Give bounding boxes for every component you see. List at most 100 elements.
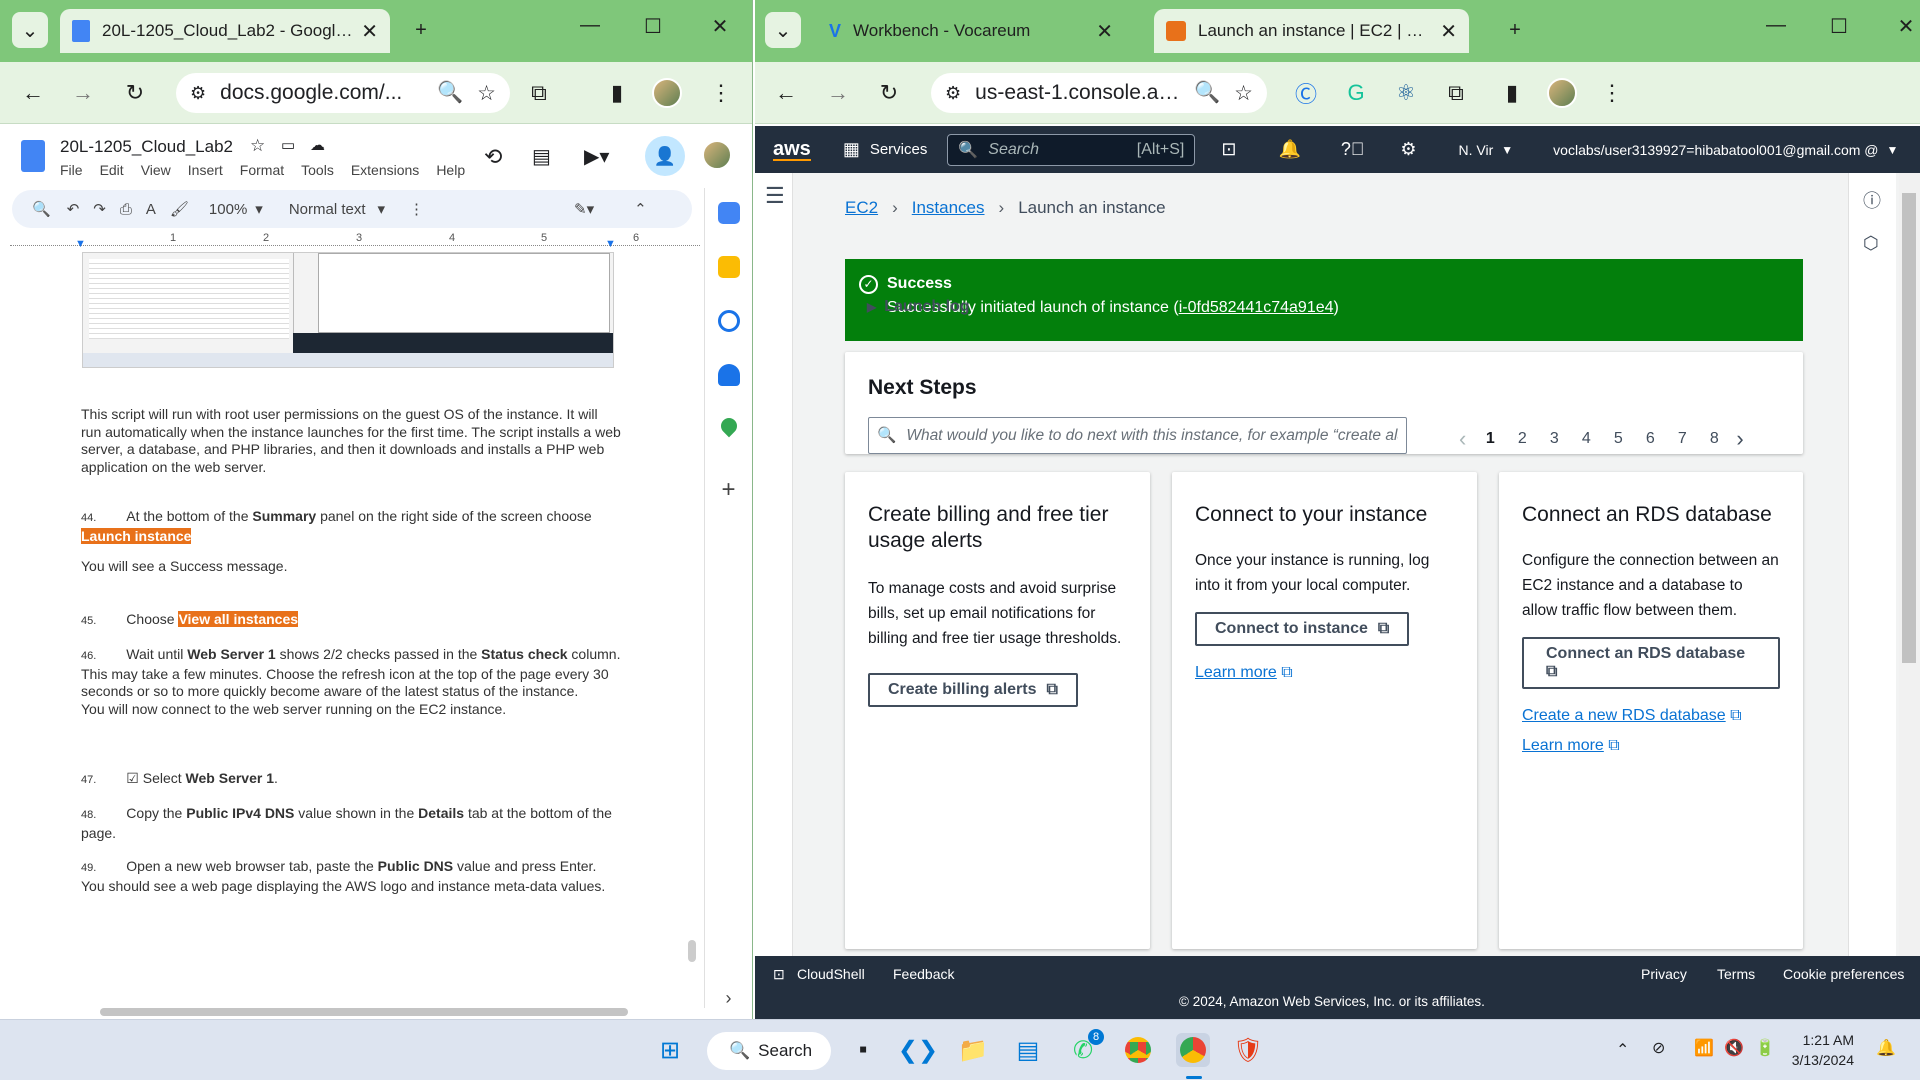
extensions-icon[interactable]: ⧉ bbox=[522, 76, 556, 110]
tab-launch-instance[interactable]: Launch an instance | EC2 | us-east ✕ bbox=[1154, 9, 1469, 53]
clock[interactable]: 1:21 AM 3/13/2024 bbox=[1790, 1030, 1854, 1070]
tray-chevron-icon[interactable]: ⌃ bbox=[1616, 1040, 1629, 1060]
tab-search-button[interactable]: ⌄ bbox=[12, 12, 48, 48]
menu-help[interactable]: Help bbox=[436, 162, 465, 178]
services-grid-icon[interactable]: ▦ bbox=[843, 139, 860, 160]
history-icon[interactable]: ⟲ bbox=[484, 144, 502, 170]
redo-icon[interactable]: ↷ bbox=[93, 200, 106, 218]
region-selector[interactable]: N. Vir bbox=[1459, 142, 1494, 158]
reload-icon[interactable]: ↻ bbox=[872, 76, 906, 110]
back-icon[interactable]: ← bbox=[769, 76, 803, 110]
help-icon[interactable]: ?⃝ bbox=[1341, 139, 1365, 160]
edit-mode-icon[interactable]: ✎▾ bbox=[574, 200, 594, 218]
user-avatar[interactable] bbox=[702, 140, 732, 170]
share-button[interactable]: 👤 bbox=[645, 136, 685, 176]
menu-tools[interactable]: Tools bbox=[301, 162, 334, 178]
footer-cloudshell[interactable]: CloudShell bbox=[797, 966, 865, 982]
page-2[interactable]: 2 bbox=[1506, 430, 1538, 448]
page-1[interactable]: 1 bbox=[1474, 430, 1506, 448]
page-7[interactable]: 7 bbox=[1666, 430, 1698, 448]
undo-icon[interactable]: ↶ bbox=[67, 200, 80, 218]
chrome-icon[interactable] bbox=[1121, 1033, 1155, 1067]
settings-icon[interactable]: ⚙ bbox=[1400, 139, 1416, 160]
indent-marker[interactable]: ▼ bbox=[75, 238, 86, 250]
connect-to-instance-button[interactable]: Connect to instance ⧉ bbox=[1195, 612, 1410, 646]
instance-id-link[interactable]: i-0fd582441c74a91e4 bbox=[1179, 299, 1334, 316]
get-addons-icon[interactable]: + bbox=[721, 476, 735, 504]
notepad-icon[interactable]: ▤ bbox=[1011, 1033, 1045, 1067]
contacts-icon[interactable] bbox=[717, 364, 740, 386]
notifications-icon[interactable]: 🔔 bbox=[1278, 139, 1300, 160]
breadcrumb-ec2[interactable]: EC2 bbox=[845, 198, 878, 218]
search-icon[interactable]: 🔍 bbox=[32, 200, 51, 218]
notification-bell-icon[interactable]: 🔔 bbox=[1876, 1038, 1896, 1058]
zoom-icon[interactable]: 🔍 bbox=[1194, 81, 1220, 105]
address-bar[interactable]: ⚙ docs.google.com/... 🔍 ☆ bbox=[176, 73, 510, 113]
maps-icon[interactable] bbox=[717, 414, 740, 438]
tasks-icon[interactable] bbox=[717, 310, 740, 332]
menu-insert[interactable]: Insert bbox=[188, 162, 223, 178]
learn-more-link[interactable]: Learn more bbox=[1195, 664, 1277, 681]
profile-avatar[interactable] bbox=[1545, 76, 1579, 110]
react-devtools-icon[interactable]: ⚛ bbox=[1389, 76, 1423, 110]
scroll-thumb[interactable] bbox=[1902, 193, 1916, 663]
cloudshell-icon[interactable]: ⊡ bbox=[773, 966, 785, 983]
expand-panel-icon[interactable]: › bbox=[726, 988, 732, 1009]
minimize-button[interactable]: — bbox=[570, 14, 610, 37]
file-explorer-icon[interactable]: 📁 bbox=[956, 1033, 990, 1067]
print-icon[interactable]: ⎙ bbox=[120, 201, 132, 218]
task-view-icon[interactable]: ▪ bbox=[846, 1033, 880, 1067]
bookmark-star-icon[interactable]: ☆ bbox=[1234, 81, 1253, 106]
paint-format-icon[interactable]: 🖌 bbox=[170, 200, 189, 218]
new-tab-button[interactable]: + bbox=[1497, 12, 1533, 48]
menu-edit[interactable]: Edit bbox=[100, 162, 124, 178]
style-select[interactable]: Normal text bbox=[289, 201, 366, 218]
tab-google-docs[interactable]: 20L-1205_Cloud_Lab2 - Google Do ✕ bbox=[60, 9, 390, 53]
footer-feedback[interactable]: Feedback bbox=[893, 966, 954, 982]
back-icon[interactable]: ← bbox=[16, 76, 50, 110]
chrome-profile-icon[interactable] bbox=[1176, 1033, 1210, 1067]
taskbar-search[interactable]: 🔍 Search bbox=[707, 1032, 831, 1070]
close-icon[interactable]: ✕ bbox=[361, 19, 378, 44]
learn-more-link[interactable]: Learn more bbox=[1522, 737, 1604, 754]
menu-extensions[interactable]: Extensions bbox=[351, 162, 419, 178]
network-off-icon[interactable]: ⊘ bbox=[1652, 1038, 1665, 1058]
next-page-icon[interactable]: › bbox=[1736, 426, 1743, 452]
side-panel-icon[interactable]: ▮ bbox=[1495, 76, 1529, 110]
extension-c-icon[interactable]: Ⓒ bbox=[1289, 76, 1323, 110]
horizontal-scrollbar[interactable] bbox=[100, 1008, 628, 1016]
maximize-button[interactable]: ☐ bbox=[633, 14, 673, 39]
aws-logo[interactable]: aws bbox=[773, 139, 811, 161]
close-window-button[interactable]: ✕ bbox=[1886, 14, 1920, 39]
hamburger-icon[interactable]: ☰ bbox=[765, 183, 785, 209]
reload-icon[interactable]: ↻ bbox=[118, 76, 152, 110]
battery-icon[interactable]: 🔋 bbox=[1755, 1038, 1775, 1058]
close-icon[interactable]: ✕ bbox=[1440, 19, 1457, 44]
breadcrumb-instances[interactable]: Instances bbox=[912, 198, 985, 218]
footer-cookies[interactable]: Cookie preferences bbox=[1783, 966, 1904, 982]
page-8[interactable]: 8 bbox=[1698, 430, 1730, 448]
next-steps-search[interactable]: 🔍 What would you like to do next with th… bbox=[868, 417, 1407, 454]
aws-search-bar[interactable]: 🔍 Search [Alt+S] bbox=[947, 133, 1196, 166]
create-billing-alerts-button[interactable]: Create billing alerts ⧉ bbox=[868, 673, 1078, 707]
cloudshell-icon[interactable]: ⊡ bbox=[1221, 139, 1236, 160]
forward-icon[interactable]: → bbox=[821, 76, 855, 110]
maximize-button[interactable]: ☐ bbox=[1819, 14, 1859, 39]
vertical-scrollbar[interactable] bbox=[688, 940, 696, 962]
comments-icon[interactable]: ▤ bbox=[532, 144, 551, 169]
keep-icon[interactable] bbox=[717, 256, 740, 278]
more-icon[interactable]: ⋮ bbox=[409, 200, 424, 218]
tab-search-button[interactable]: ⌄ bbox=[765, 12, 801, 48]
account-menu[interactable]: voclabs/user3139927=hibabatool001@gmail.… bbox=[1553, 142, 1878, 158]
spellcheck-icon[interactable]: A bbox=[146, 201, 156, 218]
close-window-button[interactable]: ✕ bbox=[700, 14, 740, 39]
menu-icon[interactable]: ⋮ bbox=[704, 76, 738, 110]
close-icon[interactable]: ✕ bbox=[1096, 19, 1113, 44]
extensions-icon[interactable]: ⧉ bbox=[1439, 76, 1473, 110]
zoom-select[interactable]: 100% bbox=[209, 201, 247, 218]
grammarly-icon[interactable]: G bbox=[1339, 76, 1373, 110]
menu-format[interactable]: Format bbox=[240, 162, 284, 178]
address-bar[interactable]: ⚙ us-east-1.console.aws.amazon.com/ec2/h… bbox=[931, 73, 1267, 113]
side-panel-icon[interactable]: ▮ bbox=[600, 76, 634, 110]
vscode-icon[interactable]: ❮❯ bbox=[898, 1033, 938, 1067]
